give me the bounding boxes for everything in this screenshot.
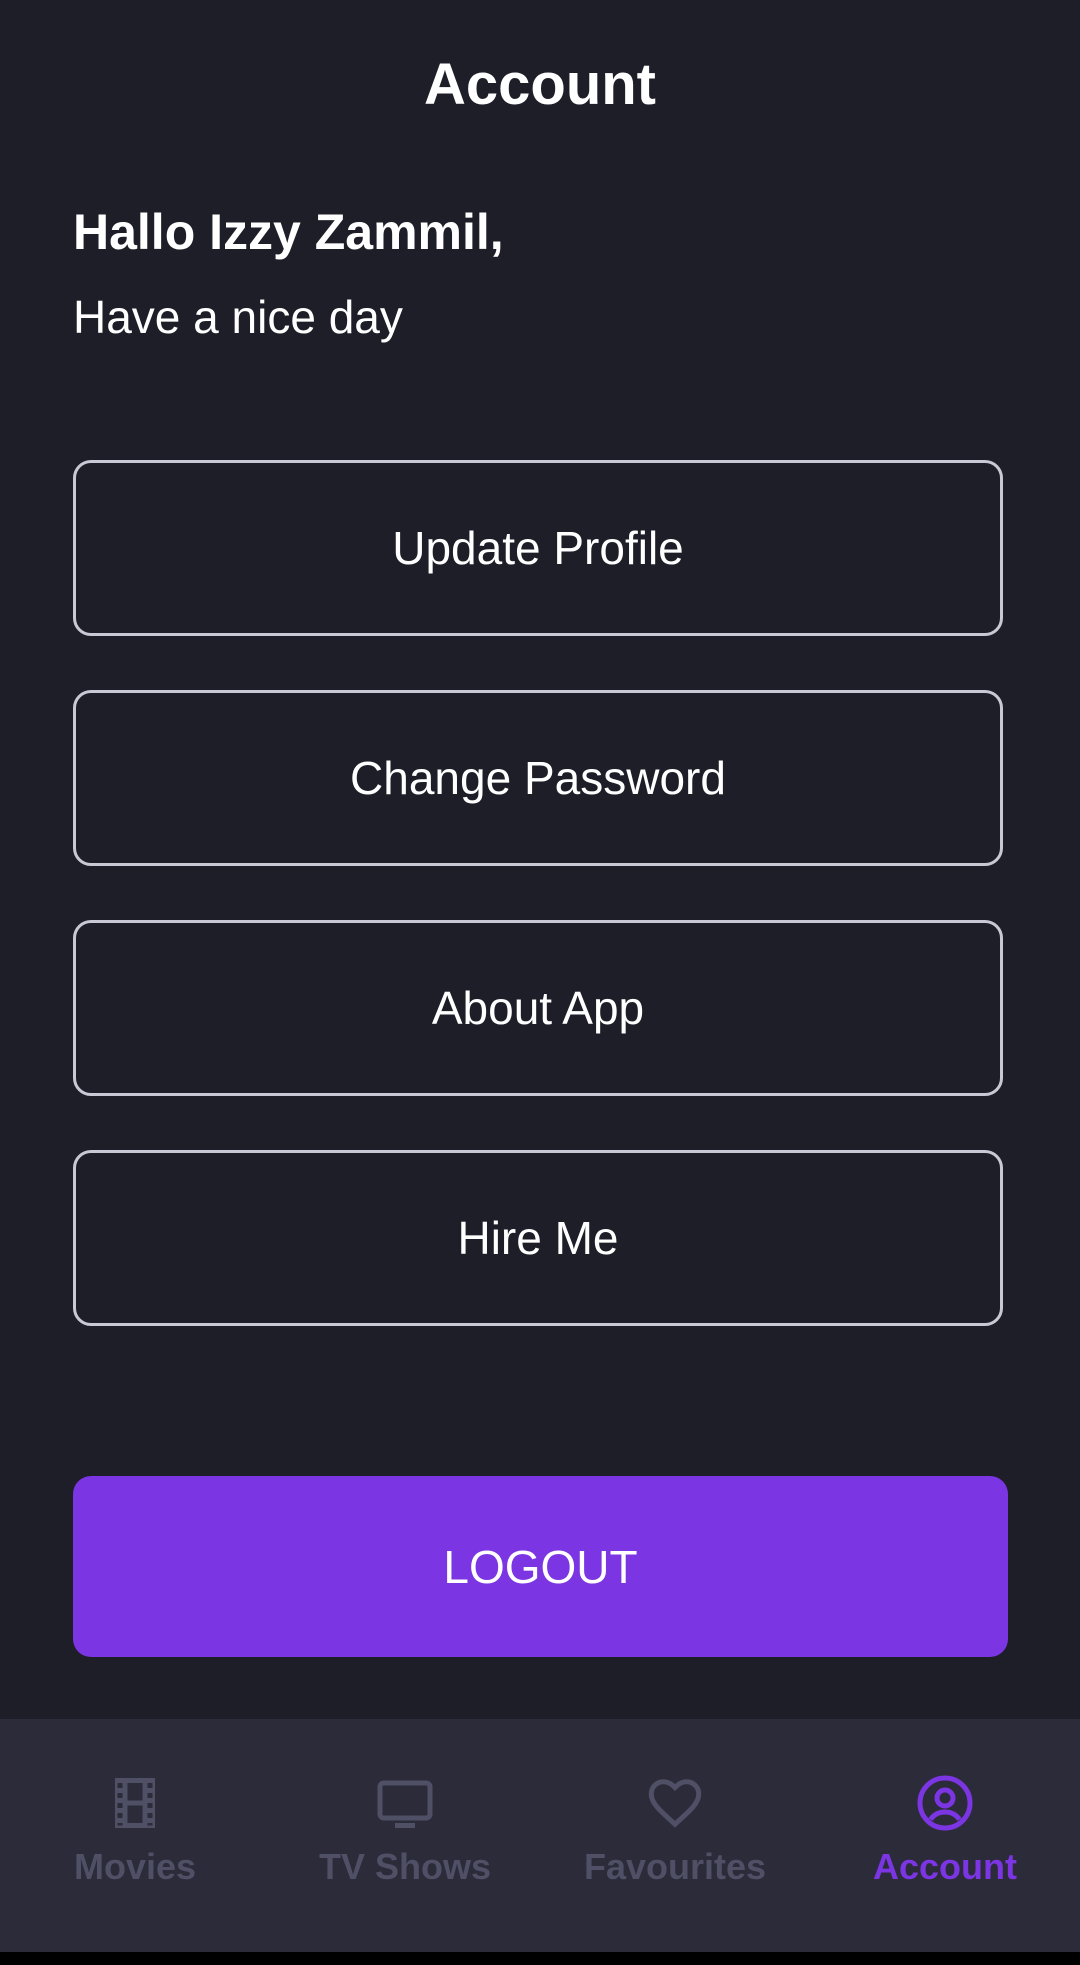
update-profile-button[interactable]: Update Profile [73,460,1003,636]
film-icon [115,1778,155,1828]
logout-button[interactable]: LOGOUT [73,1476,1008,1657]
about-app-button[interactable]: About App [73,920,1003,1096]
hire-me-button[interactable]: Hire Me [73,1150,1003,1326]
change-password-button[interactable]: Change Password [73,690,1003,866]
nav-item-tv-shows[interactable]: TV Shows [310,1719,500,1952]
greeting-title: Hallo Izzy Zammil, [73,204,504,260]
nav-label-account: Account [873,1846,1017,1887]
nav-label-movies: Movies [73,1846,197,1887]
nav-item-account[interactable]: Account [865,1719,1025,1952]
nav-item-favourites[interactable]: Favourites [575,1719,775,1952]
tv-icon [377,1780,433,1828]
nav-item-movies[interactable]: Movies [60,1719,210,1952]
nav-label-tv-shows: TV Shows [318,1846,492,1887]
account-screen: Account Hallo Izzy Zammil, Have a nice d… [0,0,1080,1965]
heart-icon [648,1779,702,1828]
bottom-navigation: Movies TV Shows Favourites Account [0,1719,1080,1952]
nav-label-favourites: Favourites [583,1846,767,1887]
greeting-subtitle: Have a nice day [73,291,403,343]
page-title: Account [424,52,656,117]
account-circle-icon [917,1775,973,1831]
system-bottom-bar [0,1952,1080,1965]
